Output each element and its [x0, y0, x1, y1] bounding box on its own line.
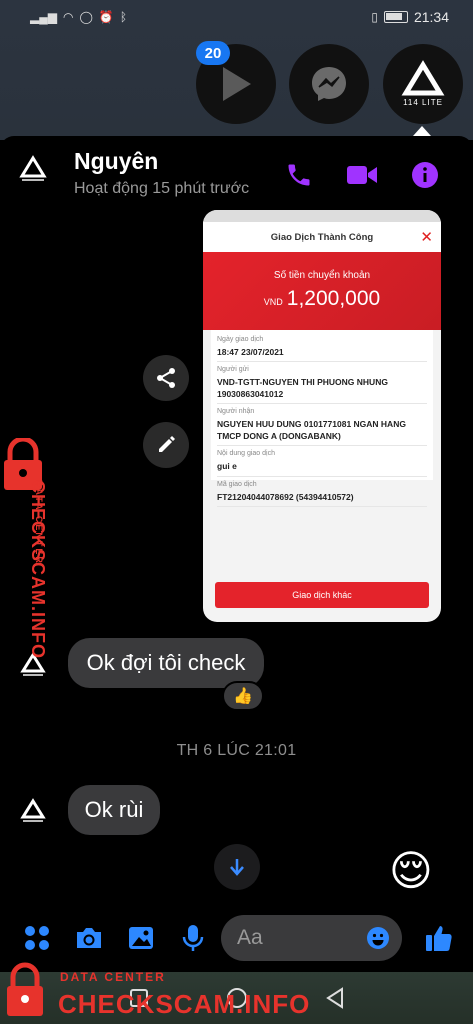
- receipt-field: Mã giao dịch FT21204044078692 (543944105…: [217, 477, 427, 508]
- receipt-field: Người gửi VND-TGTT-NGUYEN THI PHUONG NHU…: [217, 362, 427, 405]
- watermark-bottom-caption: DATA CENTER: [60, 970, 166, 984]
- field-value: 18:47 23/07/2021: [217, 347, 284, 357]
- chathead-messenger[interactable]: [289, 44, 369, 124]
- close-icon: ✕: [420, 229, 433, 246]
- emoji-sticker: 😌: [389, 847, 433, 894]
- message-input[interactable]: Aa: [221, 915, 402, 961]
- chat-panel: Nguyên Hoạt động 15 phút trước Giao Dịch…: [0, 136, 473, 972]
- info-button[interactable]: [408, 158, 442, 192]
- chathead-114lite[interactable]: 114 LITE: [383, 44, 463, 124]
- field-label: Mã giao dịch: [217, 480, 257, 488]
- thumbs-up-reaction[interactable]: 👍: [222, 681, 264, 711]
- apps-grid-icon: [25, 926, 49, 950]
- receipt-title: Giao Dịch Thành Công: [270, 231, 374, 243]
- watermark-side-caption: DATA CENTER: [34, 480, 44, 565]
- contact-status: Hoạt động 15 phút trước: [74, 180, 250, 197]
- call-button[interactable]: [282, 158, 316, 192]
- 114lite-logo-icon: 114 LITE: [401, 60, 445, 107]
- receipt-field: Nội dung giao dịch gui e: [217, 446, 427, 477]
- video-camera-icon: [347, 166, 377, 184]
- edit-button[interactable]: [143, 422, 189, 468]
- status-icons-right: ▯ 21:34: [371, 9, 449, 25]
- avatar[interactable]: [18, 154, 48, 184]
- field-label: Người nhận: [217, 408, 255, 416]
- vibrate-icon: ▯: [371, 10, 378, 24]
- sender-avatar[interactable]: [20, 798, 46, 824]
- receipt-other-transaction-button: Giao dịch khác: [215, 582, 429, 608]
- svg-text:114 LITE: 114 LITE: [403, 98, 443, 107]
- field-label: Nội dung giao dịch: [217, 450, 275, 458]
- like-button[interactable]: [424, 923, 454, 953]
- receipt-amount-banner: Số tiền chuyển khoản VND 1,200,000: [203, 252, 441, 330]
- messenger-icon: [312, 67, 346, 101]
- receipt-field: Ngày giao dịch 18:47 23/07/2021: [217, 332, 427, 363]
- contact-name[interactable]: Nguyên: [74, 148, 158, 175]
- field-value: FT21204044078692 (54394410572): [217, 491, 354, 502]
- microphone-icon: [182, 925, 204, 951]
- scroll-to-bottom-button[interactable]: [214, 844, 260, 890]
- currency: VND: [263, 297, 283, 307]
- whatsapp-icon: ◯: [79, 10, 93, 24]
- chathead-pointer: [413, 126, 431, 136]
- camera-icon: [77, 928, 101, 948]
- watermark-bottom-text: CHECKSCAM.INFO: [58, 989, 311, 1019]
- amount-value: 1,200,000: [286, 287, 381, 310]
- receipt-field: Người nhận NGUYEN HUU DUNG 0101771081 NG…: [217, 404, 427, 447]
- play-icon: [223, 67, 251, 101]
- back-triangle-icon: [325, 987, 343, 1009]
- arrow-down-icon: [230, 859, 244, 876]
- timestamp: TH 6 LÚC 21:01: [176, 742, 297, 759]
- video-call-button[interactable]: [345, 158, 379, 192]
- nav-back-button[interactable]: [322, 985, 348, 1011]
- info-icon: [412, 162, 438, 188]
- emoji-icon[interactable]: [366, 926, 390, 950]
- field-value: NGUYEN HUU DUNG 0101771081 NGAN HANG TMC…: [217, 419, 406, 441]
- field-label: Người gửi: [217, 366, 249, 374]
- photo-message[interactable]: Giao Dịch Thành Công ✕ Số tiền chuyển kh…: [203, 210, 441, 622]
- share-button[interactable]: [143, 355, 189, 401]
- amount-label: Số tiền chuyển khoản: [273, 270, 371, 281]
- phone-icon: [288, 164, 310, 186]
- more-actions-button[interactable]: [22, 923, 52, 953]
- pencil-icon: [159, 436, 175, 452]
- chat-header: Nguyên Hoạt động 15 phút trước: [0, 136, 473, 216]
- camera-button[interactable]: [74, 923, 104, 953]
- message-bubble[interactable]: Ok rùi: [68, 785, 160, 835]
- unread-badge: 20: [196, 41, 230, 65]
- field-value: gui e: [217, 461, 237, 472]
- voice-button[interactable]: [178, 923, 208, 953]
- battery-icon: [383, 11, 408, 23]
- gallery-button[interactable]: [126, 923, 156, 953]
- wifi-icon: ◠: [62, 10, 74, 24]
- field-label: Ngày giao dịch: [217, 336, 264, 343]
- status-time: 21:34: [413, 9, 449, 25]
- field-value: VND-TGTT-NGUYEN THI PHUONG NHUNG 1903086…: [217, 377, 388, 399]
- signal-icon: ▂▄▆: [30, 10, 57, 24]
- image-icon: [129, 927, 153, 949]
- bluetooth-icon: ᛒ: [119, 10, 128, 24]
- amount-row: VND 1,200,000: [203, 287, 441, 311]
- status-icons-left: ▂▄▆ ◠ ◯ ⏰ ᛒ: [30, 10, 127, 24]
- message-input-placeholder: Aa: [237, 926, 263, 949]
- share-icon: [157, 368, 175, 388]
- thumbs-up-icon: [426, 926, 452, 951]
- receipt-status-bar: [203, 210, 441, 222]
- alarm-icon: ⏰: [98, 10, 114, 24]
- receipt-details: Ngày giao dịch 18:47 23/07/2021 Người gử…: [211, 330, 433, 508]
- status-bar: ▂▄▆ ◠ ◯ ⏰ ᛒ ▯ 21:34: [0, 0, 473, 34]
- composer: Aa: [0, 911, 473, 967]
- watermark-lock-icon: [7, 962, 43, 1016]
- receipt-header: Giao Dịch Thành Công ✕: [203, 222, 441, 252]
